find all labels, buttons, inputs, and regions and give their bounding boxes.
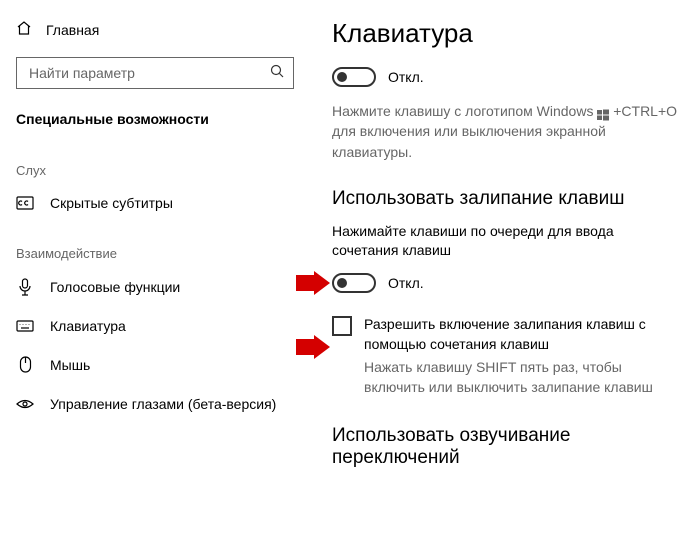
sticky-keys-desc: Нажимайте клавиши по очереди для ввода с… (332, 222, 680, 261)
sidebar-item-label: Мышь (50, 357, 90, 373)
group-interaction: Взаимодействие (0, 222, 310, 267)
microphone-icon (16, 278, 34, 296)
search-box[interactable] (16, 57, 294, 89)
sidebar-item-label: Клавиатура (50, 318, 126, 334)
home-icon (16, 20, 32, 39)
onscreen-keyboard-toggle-row: Откл. (332, 67, 680, 87)
sidebar-item-voice[interactable]: Голосовые функции (0, 267, 310, 307)
onscreen-keyboard-desc: Нажмите клавишу с логотипом Windows +CTR… (332, 101, 680, 162)
sidebar-section: Специальные возможности (0, 103, 310, 139)
sidebar-item-mouse[interactable]: Мышь (0, 345, 310, 385)
group-hearing: Слух (0, 139, 310, 184)
search-icon (269, 63, 285, 84)
sidebar-item-eye-control[interactable]: Управление глазами (бета-версия) (0, 385, 310, 423)
keyboard-icon (16, 320, 34, 332)
sidebar-item-label: Управление глазами (бета-версия) (50, 396, 276, 412)
nav-home[interactable]: Главная (0, 12, 310, 47)
main-content: Клавиатура Откл. Нажмите клавишу с логот… (310, 0, 700, 553)
toggle-label: Откл. (388, 69, 424, 85)
sticky-shortcut-row: Разрешить включение залипания клавиш с п… (332, 315, 680, 354)
sticky-shortcut-checkbox[interactable] (332, 316, 352, 336)
search-input[interactable] (27, 64, 247, 82)
eye-icon (16, 398, 34, 410)
checkbox-hint: Нажать клавишу SHIFT пять раз, чтобы вкл… (364, 358, 680, 397)
onscreen-keyboard-toggle[interactable] (332, 67, 376, 87)
sidebar-item-label: Голосовые функции (50, 279, 180, 295)
sidebar-item-label: Скрытые субтитры (50, 195, 173, 211)
toggle-label: Откл. (388, 275, 424, 291)
sidebar-item-keyboard[interactable]: Клавиатура (0, 307, 310, 345)
annotation-arrow-icon (296, 271, 330, 295)
sidebar-item-closed-captions[interactable]: Скрытые субтитры (0, 184, 310, 222)
checkbox-label: Разрешить включение залипания клавиш с п… (364, 315, 680, 354)
mouse-icon (16, 356, 34, 374)
sticky-keys-toggle-row: Откл. (332, 273, 680, 293)
toggle-keys-heading: Использовать озвучивание переключений (332, 425, 680, 469)
closed-captions-icon (16, 196, 34, 210)
nav-home-label: Главная (46, 22, 99, 38)
page-title: Клавиатура (332, 18, 680, 49)
sticky-keys-toggle[interactable] (332, 273, 376, 293)
sticky-keys-heading: Использовать залипание клавиш (332, 188, 680, 210)
sidebar: Главная Специальные возможности Слух Скр… (0, 0, 310, 553)
annotation-arrow-icon (296, 335, 330, 359)
windows-logo-icon (597, 106, 609, 118)
